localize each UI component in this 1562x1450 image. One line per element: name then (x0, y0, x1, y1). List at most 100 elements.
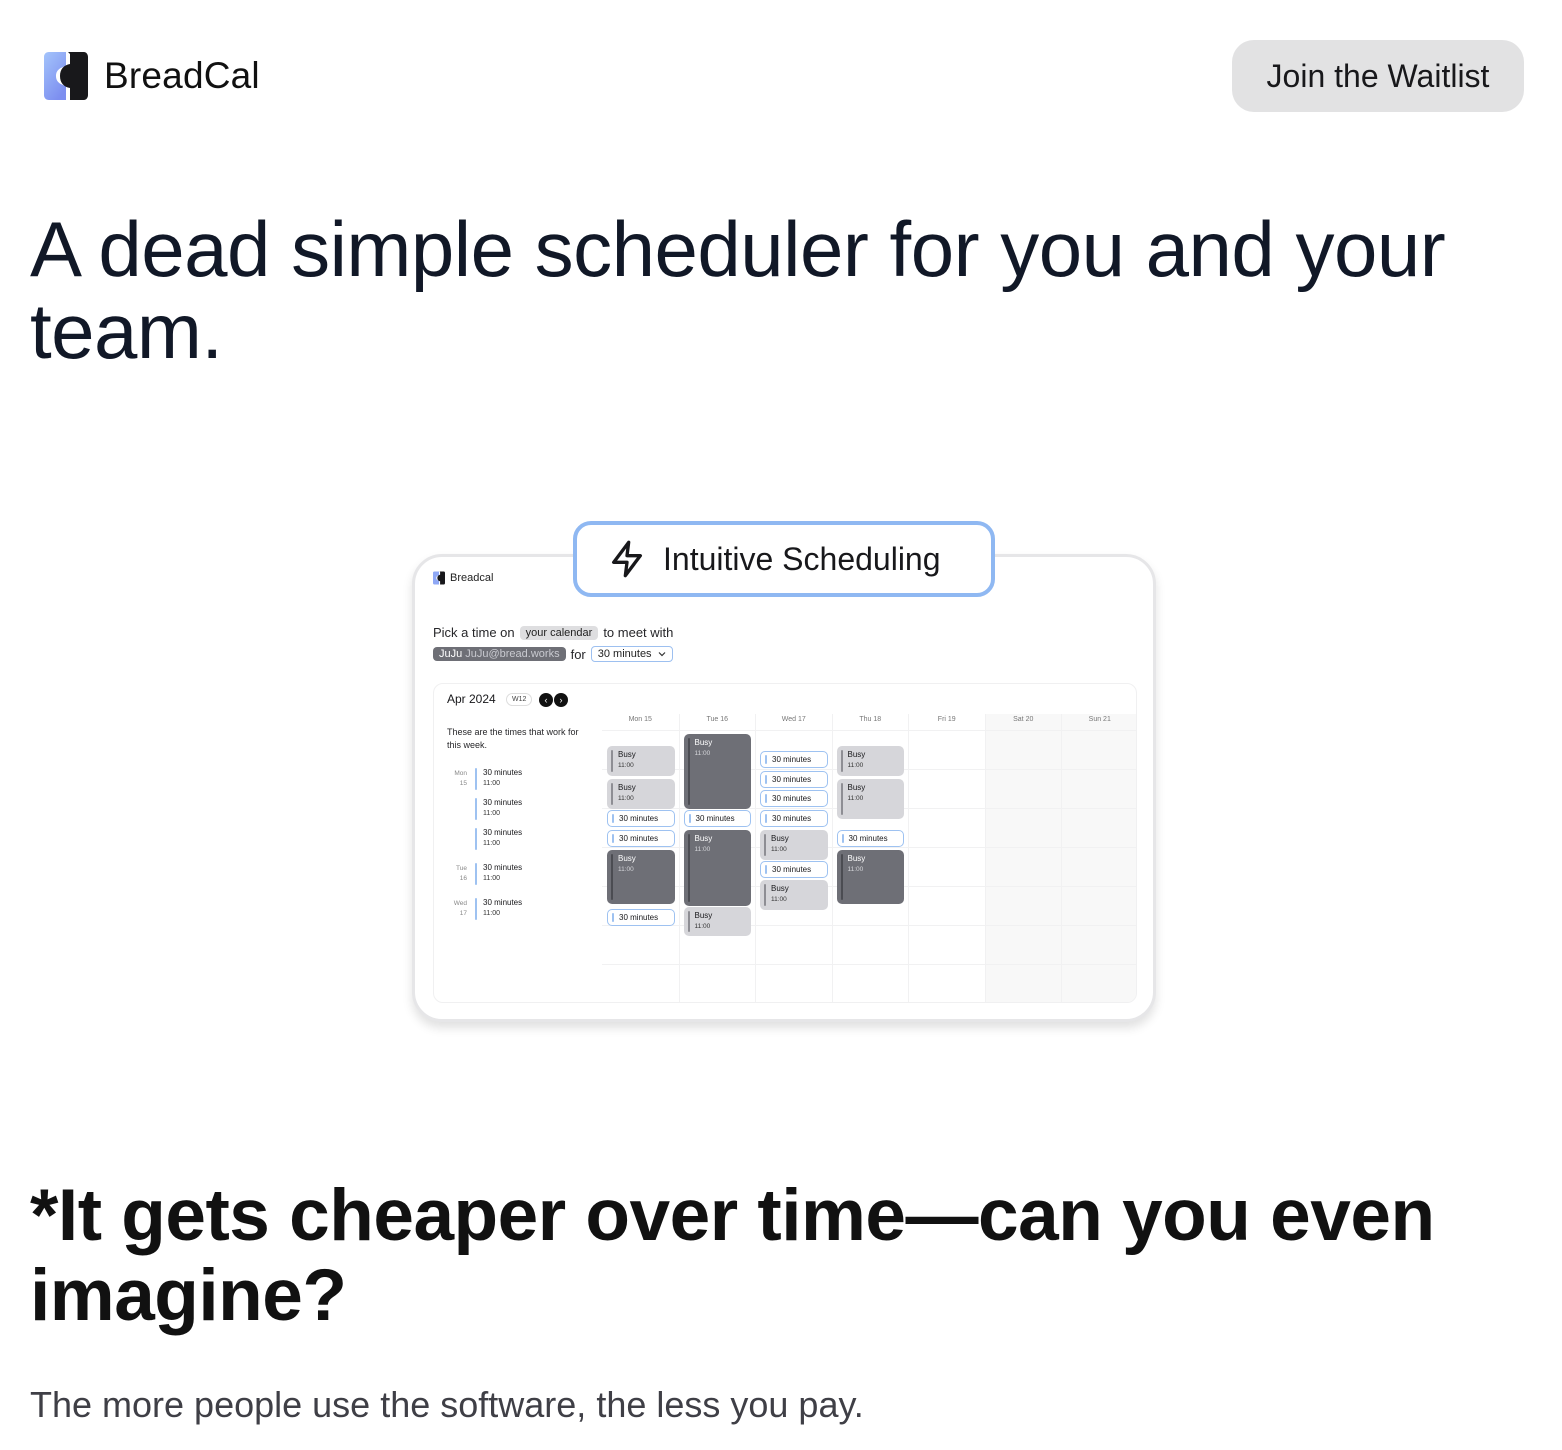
available-title: 30 minutes (483, 768, 523, 777)
available-time-item[interactable]: 30 minutes 11:00 (447, 798, 522, 820)
event-stripe (611, 750, 613, 772)
event-time: 11:00 (771, 896, 787, 903)
busy-event[interactable]: Busy 11:00 (607, 746, 675, 776)
available-time-item[interactable]: Tue 16 30 minutes 11:00 (447, 863, 522, 885)
available-slot[interactable]: 30 minutes (760, 790, 828, 807)
prev-week-button[interactable]: ‹ (539, 693, 553, 707)
available-slot[interactable]: 30 minutes (760, 751, 828, 768)
event-stripe (765, 814, 767, 823)
available-time-item[interactable]: 30 minutes 11:00 (447, 828, 522, 850)
event-title: Busy (847, 750, 866, 759)
hour-gridline (602, 925, 1136, 926)
duration-value: 30 minutes (597, 648, 652, 660)
available-time-item[interactable]: Mon 15 30 minutes 11:00 (447, 768, 522, 790)
event-time: 11:00 (618, 762, 634, 769)
event-title: Busy (618, 783, 636, 792)
calendar-chip[interactable]: your calendar (519, 625, 599, 640)
event-title: Busy (618, 854, 636, 863)
available-day-label (447, 798, 467, 820)
available-slot[interactable]: 30 minutes (836, 830, 904, 847)
busy-event[interactable]: Busy 11:00 (683, 907, 751, 936)
busy-event[interactable]: Busy 11:00 (836, 779, 904, 819)
event-title: 30 minutes (772, 775, 812, 784)
available-slot[interactable]: 30 minutes (683, 810, 751, 827)
pick-prefix-text: Pick a time on (433, 625, 515, 640)
day-header: Tue 16 (706, 716, 729, 723)
for-text: for (570, 646, 586, 662)
available-slot[interactable]: 30 minutes (607, 830, 675, 847)
available-time: 11:00 (483, 780, 500, 787)
event-time: 11:00 (694, 923, 711, 930)
event-time: 11:00 (694, 846, 711, 853)
hour-gridline (602, 730, 1136, 731)
calendar-description: These are the times that work for this w… (447, 727, 579, 750)
available-slot[interactable]: 30 minutes (607, 909, 675, 926)
preview-brand: Breadcal (433, 571, 493, 585)
available-slot[interactable]: 30 minutes (760, 861, 828, 878)
event-stripe (840, 750, 843, 772)
duration-select[interactable]: 30 minutes (590, 646, 673, 662)
busy-event[interactable]: Busy 11:00 (683, 830, 751, 906)
event-stripe (611, 854, 613, 900)
event-title: 30 minutes (772, 865, 812, 874)
available-time: 11:00 (483, 840, 500, 847)
event-title: Busy (694, 911, 713, 920)
hero-title: A dead simple scheduler for you and your… (30, 205, 1446, 375)
available-title: 30 minutes (483, 798, 523, 807)
available-day-label: Tue 16 (447, 863, 467, 885)
availability-marker (475, 768, 477, 790)
day-header: Sun 21 (1088, 716, 1111, 723)
event-stripe (687, 738, 690, 805)
busy-event[interactable]: Busy 11:00 (760, 880, 828, 910)
event-time: 11:00 (771, 846, 787, 853)
chevron-left-icon: ‹ (544, 695, 548, 705)
event-time: 11:00 (618, 795, 634, 802)
day-name: Mon (454, 770, 467, 777)
event-stripe (612, 913, 614, 922)
availability-marker (475, 863, 477, 885)
event-stripe (840, 783, 843, 815)
day-column: Sat 20 (984, 714, 1061, 1002)
event-title: Busy (694, 834, 713, 843)
calendar-month: Apr 2024 (447, 692, 496, 706)
user-chip[interactable]: JuJu JuJu@bread.works (433, 647, 566, 661)
available-title: 30 minutes (483, 863, 523, 872)
event-title: Busy (694, 738, 713, 747)
hour-gridline (602, 847, 1136, 848)
available-slot[interactable]: 30 minutes (760, 771, 828, 788)
day-header: Thu 18 (859, 716, 882, 723)
day-header: Fri 19 (937, 716, 956, 723)
event-title: Busy (771, 834, 789, 843)
event-stripe (687, 834, 690, 902)
lightning-bolt-icon (612, 540, 642, 578)
busy-event[interactable]: Busy 11:00 (683, 734, 751, 809)
busy-event[interactable]: Busy 11:00 (607, 850, 675, 904)
event-stripe (612, 834, 614, 843)
brand-name: BreadCal (104, 55, 260, 96)
busy-event[interactable]: Busy 11:00 (836, 746, 904, 776)
available-time-item[interactable]: Wed 17 30 minutes 11:00 (447, 898, 522, 920)
event-title: 30 minutes (619, 814, 659, 823)
event-stripe (611, 783, 613, 805)
event-time: 11:00 (847, 795, 864, 802)
hour-gridline (602, 964, 1136, 965)
busy-event[interactable]: Busy 11:00 (836, 850, 904, 904)
brand-logo[interactable]: BreadCal (44, 52, 260, 100)
event-title: 30 minutes (619, 834, 659, 843)
event-title: Busy (847, 783, 866, 792)
available-time: 11:00 (483, 910, 500, 917)
breadcal-logo-icon (433, 571, 445, 585)
busy-event[interactable]: Busy 11:00 (607, 779, 675, 809)
calendar-panel: Apr 2024 W12 ‹ › These are the times tha… (433, 683, 1137, 1003)
join-waitlist-button[interactable]: Join the Waitlist (1232, 40, 1524, 112)
event-title: Busy (771, 884, 789, 893)
event-stripe (688, 814, 691, 823)
event-title: 30 minutes (848, 834, 888, 843)
event-stripe (765, 775, 767, 784)
chevron-right-icon: › (559, 695, 563, 705)
available-slot[interactable]: 30 minutes (607, 810, 675, 827)
busy-event[interactable]: Busy 11:00 (760, 830, 828, 860)
available-slot[interactable]: 30 minutes (760, 810, 828, 827)
next-week-button[interactable]: › (554, 693, 568, 707)
week-badge: W12 (506, 693, 533, 706)
